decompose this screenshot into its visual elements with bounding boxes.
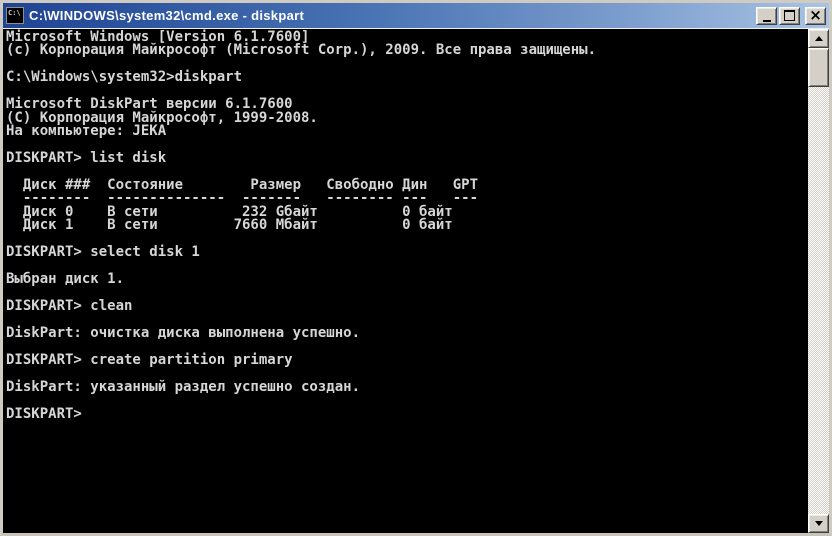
cmd-icon-label: C:\ (8, 9, 21, 17)
arrow-up-icon (814, 36, 823, 41)
arrow-down-icon (814, 521, 823, 526)
window-title: C:\WINDOWS\system32\cmd.exe - diskpart (29, 8, 305, 23)
maximize-icon (784, 10, 795, 21)
cmd-icon[interactable]: C:\ (6, 7, 24, 24)
scroll-down-button[interactable] (808, 514, 829, 533)
terminal-output[interactable]: Microsoft Windows [Version 6.1.7600] (c)… (3, 29, 808, 533)
close-icon: × (809, 6, 822, 24)
minimize-button[interactable] (756, 6, 777, 25)
minimize-icon (762, 19, 771, 22)
close-button[interactable]: × (805, 6, 826, 25)
scrollbar-thumb[interactable] (808, 48, 829, 87)
cmd-window: C:\ C:\WINDOWS\system32\cmd.exe - diskpa… (0, 0, 832, 536)
titlebar[interactable]: C:\ C:\WINDOWS\system32\cmd.exe - diskpa… (3, 3, 829, 29)
scrollbar-track[interactable] (808, 87, 829, 514)
vertical-scrollbar[interactable] (808, 29, 829, 533)
console-client-area: Microsoft Windows [Version 6.1.7600] (c)… (3, 29, 829, 533)
scroll-up-button[interactable] (808, 29, 829, 48)
maximize-button[interactable] (779, 6, 800, 25)
